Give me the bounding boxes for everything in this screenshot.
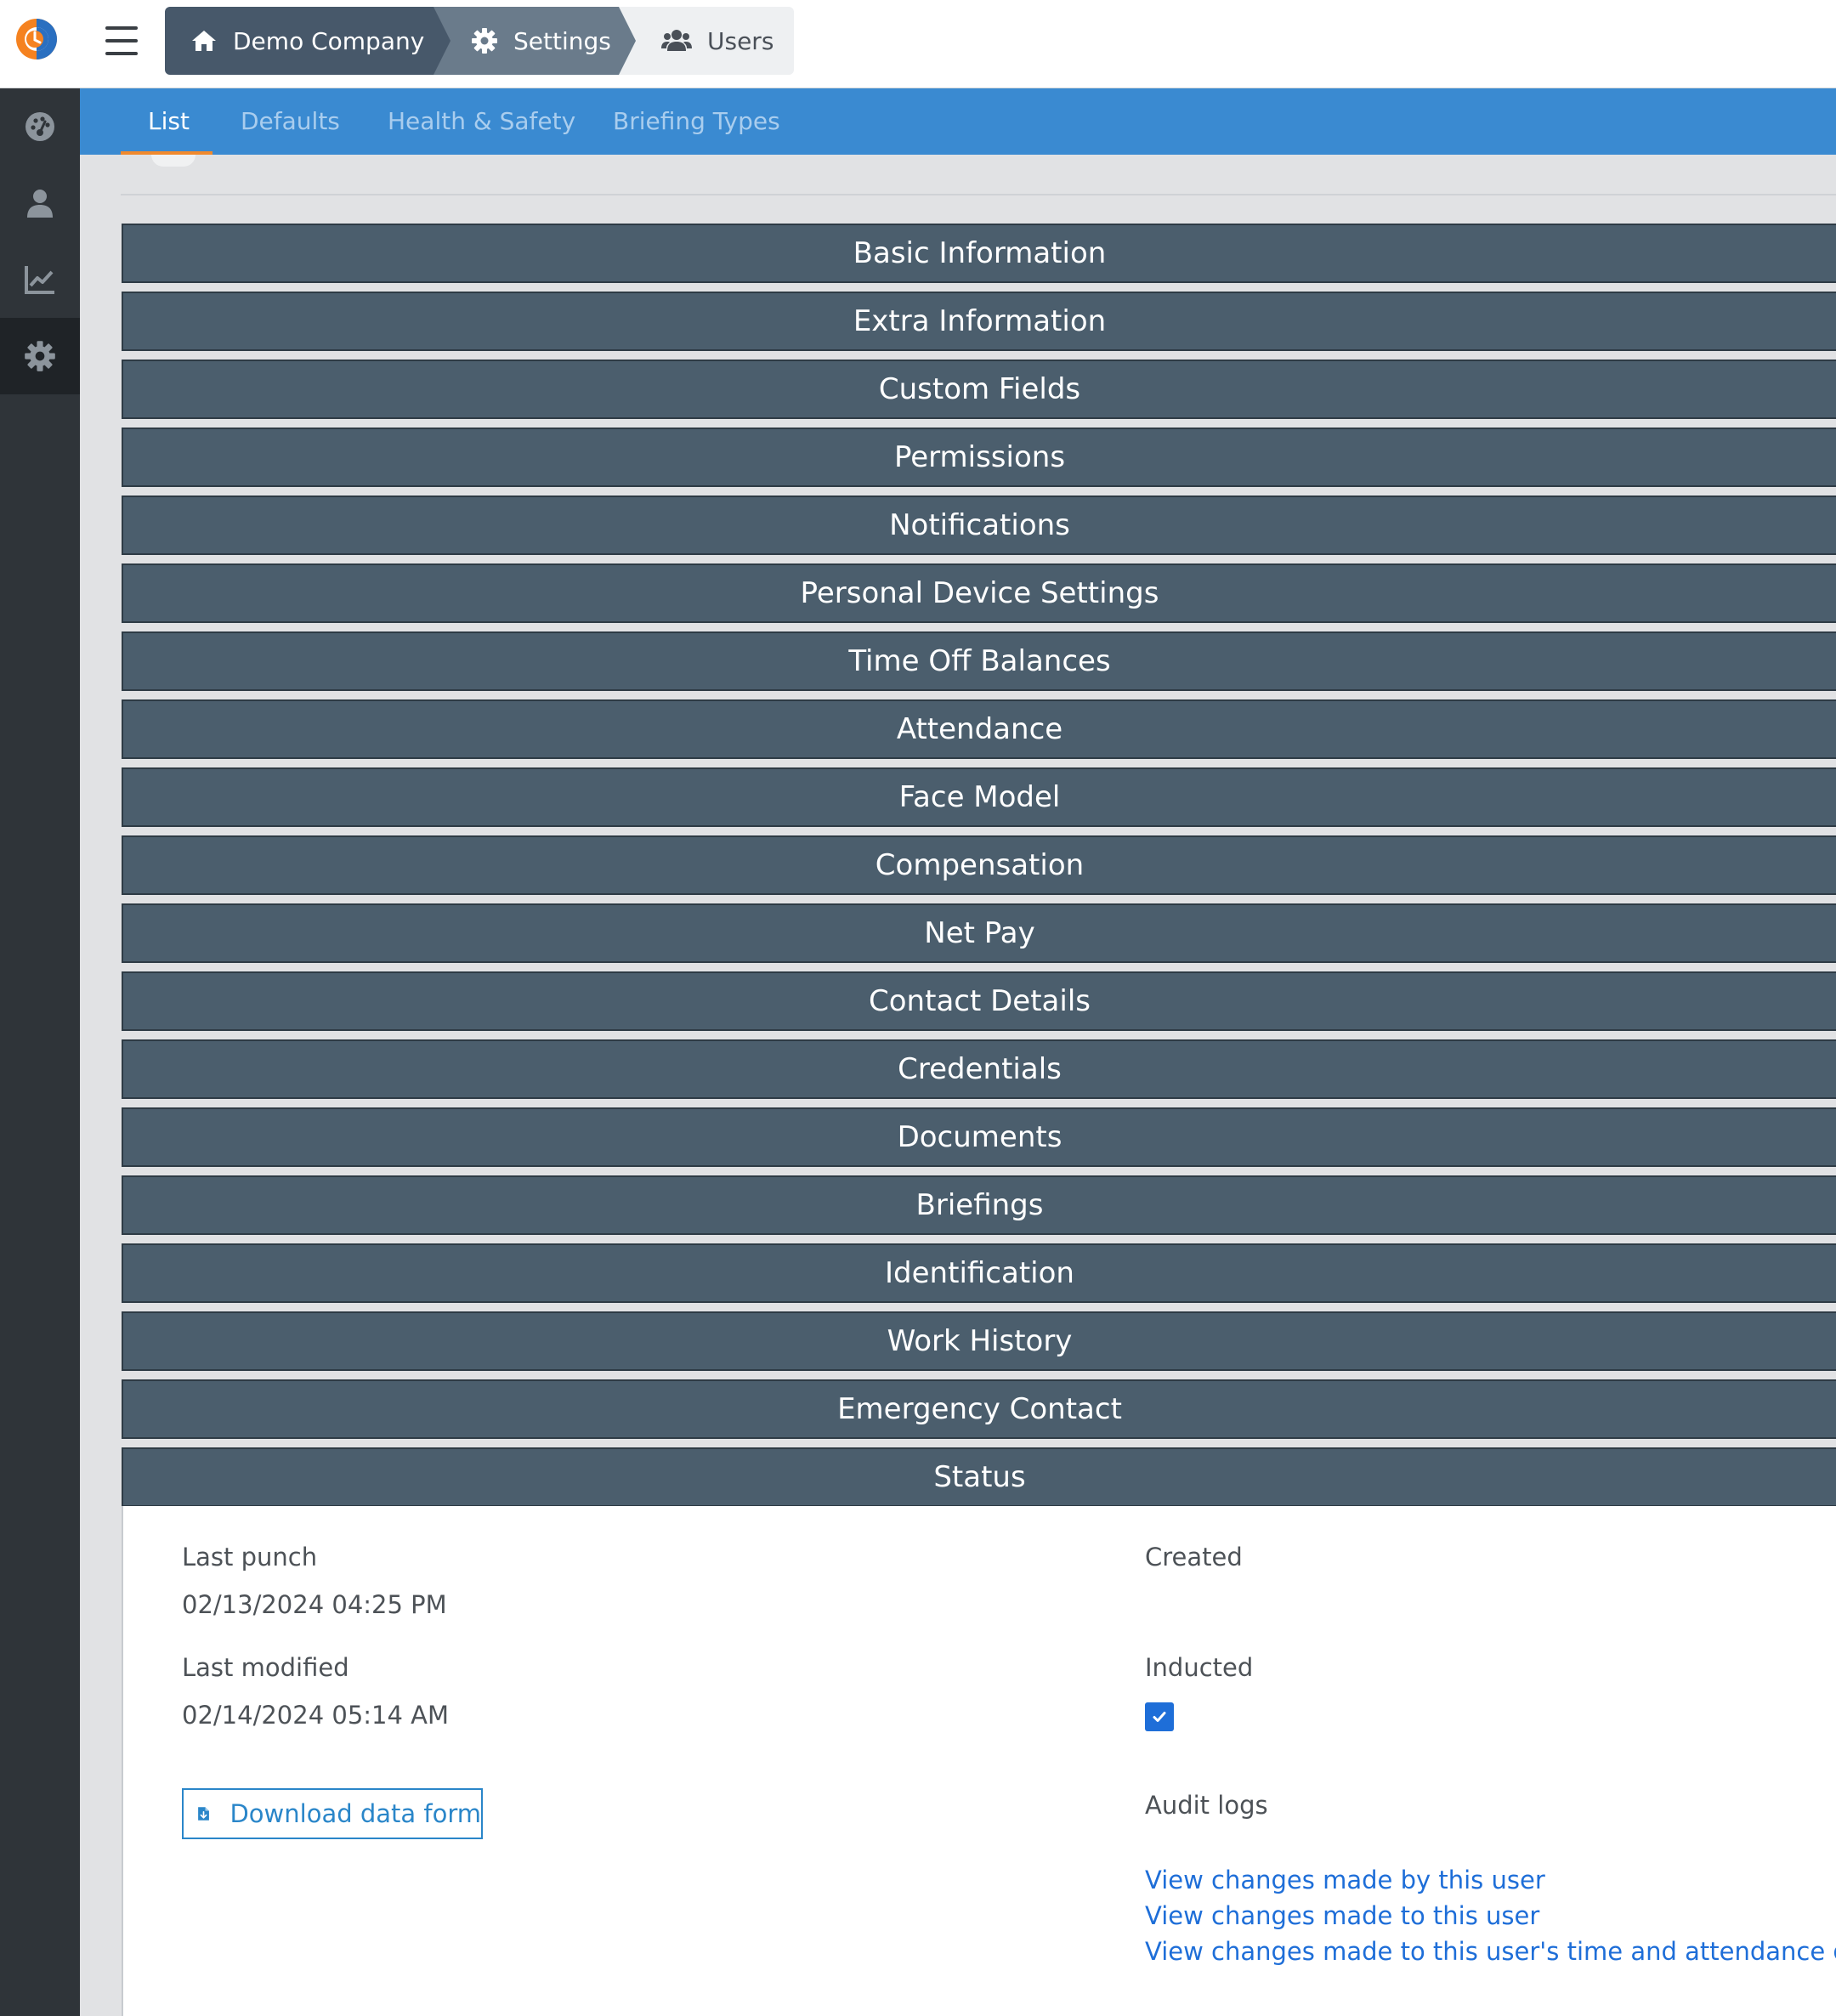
tab-list[interactable]: List	[148, 88, 190, 155]
section-identification[interactable]: Identification	[122, 1243, 1836, 1303]
sidebar-item-dashboard[interactable]	[0, 88, 80, 165]
section-personal-device-settings[interactable]: Personal Device Settings	[122, 563, 1836, 623]
breadcrumb-demo-company[interactable]: Demo Company	[165, 7, 454, 75]
tab-defaults[interactable]: Defaults	[241, 88, 340, 155]
file-download-icon	[198, 1807, 209, 1821]
top-bar: Demo Company Settings Users	[0, 0, 1836, 88]
app-logo-icon[interactable]	[14, 17, 59, 61]
settings-tab-bar: List Defaults Health & Safety Briefing T…	[80, 88, 1836, 155]
sidebar-item-users[interactable]	[0, 165, 80, 241]
breadcrumb-label: Settings	[513, 26, 611, 55]
section-documents[interactable]: Documents	[122, 1107, 1836, 1167]
home-icon	[190, 27, 218, 54]
user-icon	[27, 190, 53, 218]
download-data-form-label: Download data form	[230, 1799, 481, 1828]
section-face-model[interactable]: Face Model	[122, 767, 1836, 827]
last-punch-value: 02/13/2024 04:25 PM	[182, 1590, 447, 1619]
section-briefings[interactable]: Briefings	[122, 1175, 1836, 1235]
sidebar	[0, 88, 80, 2016]
gear-icon	[471, 27, 498, 54]
section-custom-fields[interactable]: Custom Fields	[122, 360, 1836, 419]
last-punch-label: Last punch	[182, 1543, 318, 1571]
section-attendance[interactable]: Attendance	[122, 699, 1836, 759]
audit-link-time-attendance-changes[interactable]: View changes made to this user's time an…	[1145, 1937, 1836, 1966]
section-credentials[interactable]: Credentials	[122, 1039, 1836, 1099]
inducted-label: Inducted	[1145, 1653, 1254, 1682]
dashboard-icon	[26, 112, 54, 141]
users-icon	[661, 30, 692, 51]
breadcrumb-label: Demo Company	[233, 26, 425, 55]
section-contact-details[interactable]: Contact Details	[122, 971, 1836, 1031]
tab-health-safety[interactable]: Health & Safety	[388, 88, 575, 155]
section-time-off-balances[interactable]: Time Off Balances	[122, 631, 1836, 691]
audit-link-changes-by-user[interactable]: View changes made by this user	[1145, 1866, 1545, 1894]
section-work-history[interactable]: Work History	[122, 1311, 1836, 1371]
last-modified-label: Last modified	[182, 1653, 349, 1682]
created-label: Created	[1145, 1543, 1243, 1571]
breadcrumb-label: Users	[707, 26, 774, 55]
section-status[interactable]: Status	[122, 1447, 1836, 1507]
tab-briefing-types[interactable]: Briefing Types	[613, 88, 780, 155]
audit-logs-label: Audit logs	[1145, 1791, 1268, 1820]
avatar	[151, 155, 196, 167]
section-permissions[interactable]: Permissions	[122, 428, 1836, 487]
section-extra-information[interactable]: Extra Information	[122, 292, 1836, 351]
chart-line-icon	[25, 266, 54, 294]
menu-toggle-icon[interactable]	[105, 26, 138, 55]
breadcrumb-users[interactable]: Users	[619, 7, 794, 75]
gear-icon	[25, 341, 55, 371]
audit-link-changes-to-user[interactable]: View changes made to this user	[1145, 1901, 1539, 1930]
section-emergency-contact[interactable]: Emergency Contact	[122, 1379, 1836, 1439]
section-notifications[interactable]: Notifications	[122, 496, 1836, 555]
download-data-form-button[interactable]: Download data form	[182, 1788, 483, 1839]
section-basic-information[interactable]: Basic Information	[122, 224, 1836, 283]
section-net-pay[interactable]: Net Pay	[122, 903, 1836, 963]
check-icon	[1153, 1712, 1166, 1722]
divider	[121, 194, 1836, 195]
sidebar-item-settings[interactable]	[0, 318, 80, 394]
sidebar-item-reports[interactable]	[0, 241, 80, 318]
breadcrumb-settings[interactable]: Settings	[434, 7, 639, 75]
app-root: Demo Company Settings Users List Default…	[0, 0, 1836, 2016]
section-compensation[interactable]: Compensation	[122, 835, 1836, 895]
last-modified-value: 02/14/2024 05:14 AM	[182, 1701, 450, 1730]
inducted-checkbox[interactable]	[1145, 1702, 1174, 1731]
